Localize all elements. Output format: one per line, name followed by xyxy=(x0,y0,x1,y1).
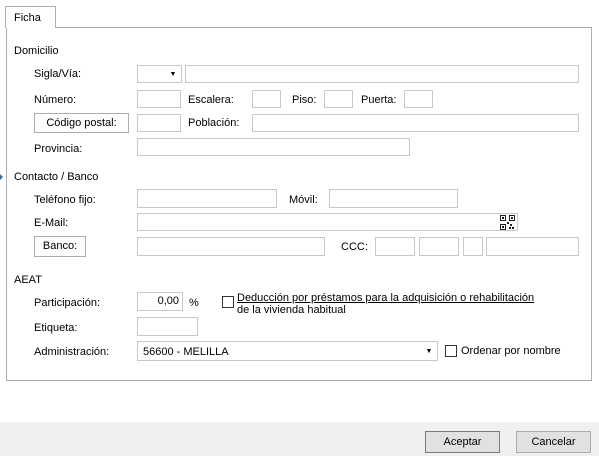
banco-button[interactable]: Banco: xyxy=(34,236,86,257)
ccc-dc-input[interactable] xyxy=(463,237,483,256)
piso-label: Piso: xyxy=(292,94,317,106)
aeat-section-label: AEAT xyxy=(14,274,42,286)
section-marker-icon xyxy=(0,174,3,180)
deduccion-checkbox[interactable] xyxy=(222,296,234,308)
tab-ficha[interactable]: Ficha xyxy=(5,6,56,28)
poblacion-input[interactable] xyxy=(252,114,579,132)
deduccion-label-line2: de la vivienda habitual xyxy=(237,304,346,316)
participacion-unit: % xyxy=(189,297,199,309)
aceptar-button[interactable]: Aceptar xyxy=(425,431,500,453)
ccc-entidad-input[interactable] xyxy=(375,237,415,256)
cancelar-button[interactable]: Cancelar xyxy=(516,431,591,453)
administracion-value: 56600 - MELILLA xyxy=(143,346,229,358)
ordenar-checkbox[interactable] xyxy=(445,345,457,357)
email-label: E-Mail: xyxy=(34,217,69,229)
ccc-oficina-input[interactable] xyxy=(419,237,459,256)
movil-input[interactable] xyxy=(329,189,458,208)
puerta-input[interactable] xyxy=(404,90,433,108)
tab-ficha-label: Ficha xyxy=(14,12,41,24)
domicilio-section-label: Domicilio xyxy=(14,45,59,57)
numero-input[interactable] xyxy=(137,90,181,108)
participacion-label: Participación: xyxy=(34,297,101,309)
puerta-label: Puerta: xyxy=(361,94,397,106)
dialog-footer xyxy=(0,422,599,456)
email-input[interactable] xyxy=(137,213,518,231)
codigo-postal-input[interactable] xyxy=(137,114,181,132)
etiqueta-label: Etiqueta: xyxy=(34,322,78,334)
administracion-combo[interactable]: 56600 - MELILLA ▼ xyxy=(137,341,438,361)
sigla-combo[interactable]: ▼ xyxy=(137,65,182,83)
contacto-section-label: Contacto / Banco xyxy=(14,171,99,183)
codigo-postal-button[interactable]: Código postal: xyxy=(34,113,129,133)
participacion-value: 0,00 xyxy=(157,295,179,307)
ordenar-label[interactable]: Ordenar por nombre xyxy=(461,345,561,357)
provincia-input[interactable] xyxy=(137,138,410,156)
escalera-label: Escalera: xyxy=(188,94,234,106)
via-input[interactable] xyxy=(185,65,579,83)
participacion-input[interactable]: 0,00 xyxy=(137,292,183,311)
poblacion-label: Población: xyxy=(188,117,240,129)
ccc-label: CCC: xyxy=(341,241,368,253)
telefono-label: Teléfono fijo: xyxy=(34,194,96,206)
chevron-down-icon: ▼ xyxy=(169,71,177,78)
escalera-input[interactable] xyxy=(252,90,281,108)
numero-label: Número: xyxy=(34,94,77,106)
deduccion-label-line1: Deducción por préstamos para la adquisic… xyxy=(237,292,535,304)
provincia-label: Provincia: xyxy=(34,143,83,155)
administracion-label: Administración: xyxy=(34,346,110,358)
sigla-via-label: Sigla/Vía: xyxy=(34,68,82,80)
ccc-cuenta-input[interactable] xyxy=(486,237,579,256)
telefono-input[interactable] xyxy=(137,189,277,208)
piso-input[interactable] xyxy=(324,90,353,108)
deduccion-label[interactable]: Deducción por préstamos para la adquisic… xyxy=(237,292,534,316)
chevron-down-icon: ▼ xyxy=(425,348,433,355)
banco-input[interactable] xyxy=(137,237,325,256)
movil-label: Móvil: xyxy=(289,194,318,206)
etiqueta-input[interactable] xyxy=(137,317,198,336)
qr-code-icon[interactable] xyxy=(500,215,515,230)
